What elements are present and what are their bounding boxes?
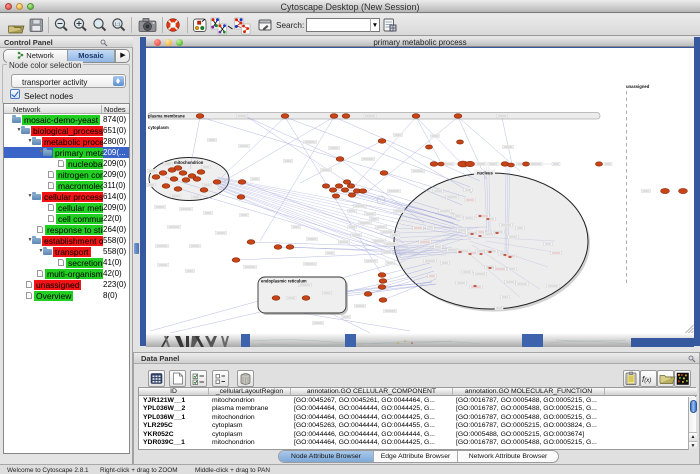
svg-text:nucleus: nucleus [477, 171, 493, 176]
svg-text:cytoplasm: cytoplasm [148, 125, 169, 130]
svg-text:endoplasmic reticulum: endoplasmic reticulum [261, 279, 307, 284]
svg-text:1:1: 1:1 [115, 22, 121, 27]
svg-text:unassigned: unassigned [626, 84, 650, 89]
svg-text:plasma membrane: plasma membrane [148, 114, 185, 119]
svg-text:mitochondrion: mitochondrion [174, 160, 204, 165]
